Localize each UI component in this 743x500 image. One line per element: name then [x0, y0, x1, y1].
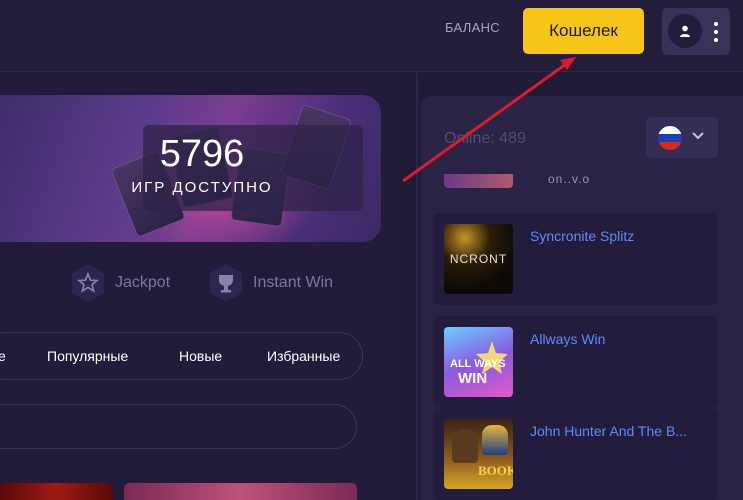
category-label: Instant Win	[253, 274, 334, 291]
game-thumbnail: ALL WAYS WIN	[444, 327, 513, 397]
game-item[interactable]: BOOK John Hunter And The B...	[433, 408, 718, 500]
game-item[interactable]: NCRONT Syncronite Splitz	[433, 213, 718, 305]
tab-new[interactable]: Новые	[179, 348, 222, 364]
games-count: 5796	[159, 133, 245, 175]
category-instant-win[interactable]: Instant Win	[208, 263, 333, 303]
category-label: Jackpot	[115, 274, 171, 291]
svg-text:ALL WAYS: ALL WAYS	[450, 358, 506, 370]
category-jackpot[interactable]: Jackpot	[70, 263, 170, 303]
russia-flag-icon	[658, 126, 682, 150]
game-title: John Hunter And The B...	[530, 423, 687, 439]
language-selector[interactable]	[646, 117, 718, 158]
tab-all[interactable]: е	[0, 348, 6, 364]
star-icon	[70, 263, 106, 303]
tab-popular[interactable]: Популярные	[47, 348, 128, 364]
top-bar: БАЛАНС Кошелек	[0, 0, 743, 72]
game-title: Allways Win	[530, 331, 606, 347]
game-thumbnail: BOOK	[444, 419, 513, 489]
trophy-icon	[208, 263, 244, 303]
games-count-label: ИГР ДОСТУПНО	[131, 179, 273, 196]
more-icon	[712, 22, 720, 42]
search-input[interactable]	[0, 404, 357, 449]
chevron-down-icon	[692, 132, 704, 140]
game-title: Syncronite Splitz	[530, 228, 635, 244]
balance-label: БАЛАНС	[445, 20, 500, 35]
game-title[interactable]: on..v.o	[548, 172, 590, 186]
game-thumbnail: NCRONT	[444, 224, 513, 294]
game-item[interactable]: ALL WAYS WIN Allways Win	[433, 316, 718, 408]
divider	[416, 73, 418, 500]
games-banner[interactable]: 5796 ИГР ДОСТУПНО	[0, 95, 381, 242]
svg-text:WIN: WIN	[458, 370, 487, 387]
game-thumbnail[interactable]	[0, 483, 113, 500]
online-count: Online: 489	[444, 130, 526, 147]
game-thumbnail[interactable]	[124, 483, 357, 500]
user-menu-button[interactable]	[662, 8, 730, 55]
tab-favorites[interactable]: Избранные	[267, 348, 340, 364]
game-thumbnail[interactable]	[444, 174, 513, 188]
wallet-button[interactable]: Кошелек	[523, 8, 644, 54]
user-icon	[668, 14, 702, 48]
